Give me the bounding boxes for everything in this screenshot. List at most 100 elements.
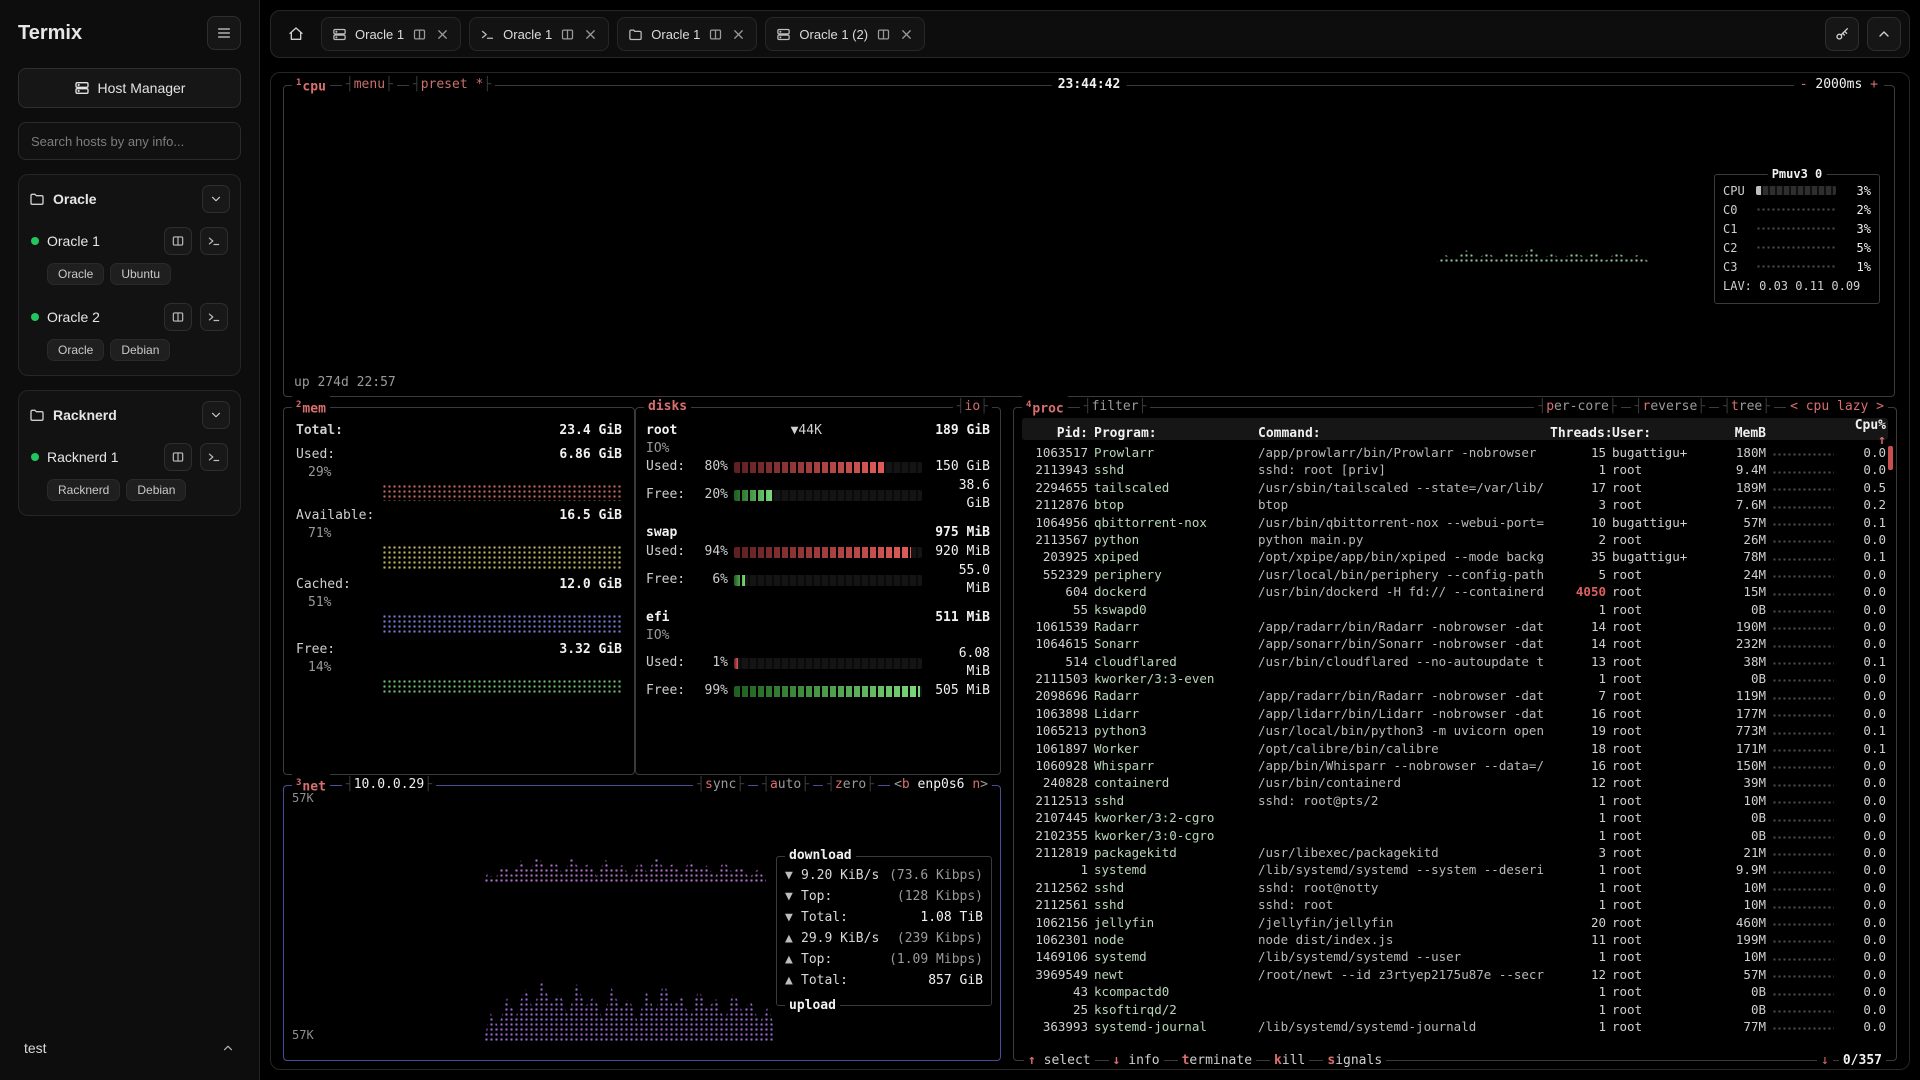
process-row[interactable]: 2111503kworker/3:3-even1root0B0.0 <box>1022 670 1888 687</box>
process-row[interactable]: 1063898Lidarr/app/lidarr/bin/Lidarr -nob… <box>1022 705 1888 722</box>
collapse-tabbar-button[interactable] <box>1867 17 1901 51</box>
host-item[interactable]: Oracle 2OracleDebian <box>29 301 230 365</box>
scroll-down-icon[interactable]: ↓ <box>1817 1052 1833 1070</box>
folder-name: Racknerd <box>53 407 194 423</box>
process-row[interactable]: 552329periphery/usr/local/bin/periphery … <box>1022 566 1888 583</box>
process-row[interactable]: 1064956qbittorrent-nox/usr/bin/qbittorre… <box>1022 514 1888 531</box>
process-row[interactable]: 1062156jellyfin/jellyfin/jellyfin20root4… <box>1022 914 1888 931</box>
process-row[interactable]: 2113567pythonpython main.py2root26M0.0 <box>1022 531 1888 548</box>
process-row[interactable]: 2294655tailscaled/usr/sbin/tailscaled --… <box>1022 479 1888 496</box>
host-terminal-button[interactable] <box>200 443 228 471</box>
mem-graph <box>382 614 622 635</box>
host-manager-button[interactable]: Host Manager <box>18 68 241 108</box>
proc-header-row[interactable]: Pid: Program: Command: Threads: User: Me… <box>1022 418 1888 440</box>
process-row[interactable]: 1060928Whisparr/app/bin/Whisparr --nobro… <box>1022 757 1888 774</box>
close-tab-button[interactable] <box>583 27 598 42</box>
process-row[interactable]: 1061897Worker/opt/calibre/bin/calibre18r… <box>1022 740 1888 757</box>
proc-footer-action[interactable]: ↓ info <box>1109 1052 1164 1070</box>
proc-filter-button[interactable]: filter <box>1080 398 1151 416</box>
update-interval[interactable]: - 2000ms + <box>1794 76 1884 94</box>
process-row[interactable]: 2113943sshdsshd: root [priv]1root9.4M0.0 <box>1022 461 1888 478</box>
proc-footer-action[interactable]: ↑ select <box>1024 1052 1095 1070</box>
cpu-activity-graph <box>1434 218 1649 264</box>
process-row[interactable]: 1065213python3/usr/local/bin/python3 -m … <box>1022 722 1888 739</box>
btop-option[interactable]: preset * <box>409 76 495 94</box>
host-terminal-button[interactable] <box>200 303 228 331</box>
proc-footer-action[interactable]: signals <box>1323 1052 1386 1070</box>
profile-toggle[interactable]: test <box>18 1032 241 1064</box>
proc-scrollbar-thumb[interactable] <box>1888 446 1893 470</box>
home-button[interactable] <box>279 17 313 51</box>
process-row[interactable]: 1469106systemd/lib/systemd/systemd --use… <box>1022 948 1888 965</box>
folder-header[interactable]: Oracle <box>29 185 230 213</box>
sidebar-menu-button[interactable] <box>207 16 241 50</box>
split-tab-button[interactable] <box>708 27 723 42</box>
process-row[interactable]: 604dockerd/usr/bin/dockerd -H fd:// --co… <box>1022 583 1888 600</box>
process-row[interactable]: 363993systemd-journal/lib/systemd/system… <box>1022 1018 1888 1035</box>
folder-header[interactable]: Racknerd <box>29 401 230 429</box>
proc-footer-action[interactable]: terminate <box>1178 1052 1256 1070</box>
host-item[interactable]: Racknerd 1RacknerdDebian <box>29 441 230 505</box>
folder-collapse-button[interactable] <box>202 185 230 213</box>
process-row[interactable]: 2112819packagekitd/usr/libexec/packageki… <box>1022 844 1888 861</box>
process-row[interactable]: 1062301nodenode dist/index.js11root199M0… <box>1022 931 1888 948</box>
btop-option[interactable]: auto <box>758 776 813 794</box>
process-row[interactable]: 2112876btopbtop3root7.6M0.2 <box>1022 496 1888 513</box>
btop-option[interactable]: tree <box>1719 398 1774 416</box>
btop-option[interactable]: per-core <box>1534 398 1620 416</box>
process-row[interactable]: 203925xpiped/opt/xpipe/app/bin/xpiped --… <box>1022 548 1888 565</box>
folder-collapse-button[interactable] <box>202 401 230 429</box>
host-terminal-button[interactable] <box>200 227 228 255</box>
net-box-index: 3 <box>296 778 301 788</box>
process-row[interactable]: 1064615Sonarr/app/sonarr/bin/Sonarr -nob… <box>1022 635 1888 652</box>
mem-graph <box>382 679 622 694</box>
split-tab-button[interactable] <box>412 27 427 42</box>
process-row[interactable]: 514cloudflared/usr/bin/cloudflared --no-… <box>1022 653 1888 670</box>
process-row[interactable]: 1063517Prowlarr/app/prowlarr/bin/Prowlar… <box>1022 444 1888 461</box>
process-row[interactable]: 43kcompactd01root0B0.0 <box>1022 983 1888 1000</box>
process-row[interactable]: 3969549newt/root/newt --id z3rtyep2175u8… <box>1022 966 1888 983</box>
admin-button[interactable] <box>1825 17 1859 51</box>
process-row[interactable]: 240828containerd/usr/bin/containerd12roo… <box>1022 774 1888 791</box>
close-tab-button[interactable] <box>731 27 746 42</box>
disks-box-title: disks <box>644 398 691 416</box>
col-threads: Threads: <box>1550 426 1606 441</box>
net-interface-selector[interactable]: <b enp0s6 n> <box>890 776 992 794</box>
split-tab-button[interactable] <box>560 27 575 42</box>
tab[interactable]: Oracle 1 <box>617 17 757 51</box>
close-tab-button[interactable] <box>899 27 914 42</box>
btop-option[interactable]: sync <box>693 776 748 794</box>
server-icon <box>74 80 90 96</box>
process-row[interactable]: 2112561sshdsshd: root1root10M0.0 <box>1022 896 1888 913</box>
tab[interactable]: Oracle 1 (2) <box>765 17 925 51</box>
disks-io-toggle[interactable]: io <box>953 398 992 416</box>
close-tab-button[interactable] <box>435 27 450 42</box>
btop-option[interactable]: zero <box>823 776 878 794</box>
process-row[interactable]: 2112562sshdsshd: root@notty1root10M0.0 <box>1022 879 1888 896</box>
btop-option[interactable]: menu <box>342 76 397 94</box>
search-input[interactable] <box>18 122 241 160</box>
process-row[interactable]: 1061539Radarr/app/radarr/bin/Radarr -nob… <box>1022 618 1888 635</box>
process-row[interactable]: 1systemd/lib/systemd/systemd --system --… <box>1022 861 1888 878</box>
process-row[interactable]: 2112513sshdsshd: root@pts/21root10M0.0 <box>1022 792 1888 809</box>
terminal-panel[interactable]: 1cpu menupreset * 23:44:42 - 2000ms + Pm… <box>270 72 1910 1070</box>
host-split-button[interactable] <box>164 303 192 331</box>
proc-cpu-sort-selector[interactable]: < cpu lazy > <box>1786 398 1888 416</box>
tab[interactable]: Oracle 1 <box>469 17 609 51</box>
split-tab-button[interactable] <box>876 27 891 42</box>
tab[interactable]: Oracle 1 <box>321 17 461 51</box>
process-row[interactable]: 2107445kworker/3:2-cgro1root0B0.0 <box>1022 809 1888 826</box>
host-manager-label: Host Manager <box>98 80 186 96</box>
net-stat-row: ▼9.20 KiB/s(73.6 Kibps) <box>785 865 983 886</box>
process-row[interactable]: 2102355kworker/3:0-cgro1root0B0.0 <box>1022 827 1888 844</box>
host-split-button[interactable] <box>164 227 192 255</box>
host-item[interactable]: Oracle 1OracleUbuntu <box>29 225 230 289</box>
proc-footer-action[interactable]: kill <box>1270 1052 1309 1070</box>
split-icon <box>171 450 185 464</box>
upload-graph <box>484 942 774 1042</box>
process-row[interactable]: 55kswapd01root0B0.0 <box>1022 601 1888 618</box>
host-split-button[interactable] <box>164 443 192 471</box>
btop-option[interactable]: reverse <box>1631 398 1709 416</box>
process-row[interactable]: 25ksoftirqd/21root0B0.0 <box>1022 1001 1888 1018</box>
process-row[interactable]: 2098696Radarr/app/radarr/bin/Radarr -nob… <box>1022 687 1888 704</box>
